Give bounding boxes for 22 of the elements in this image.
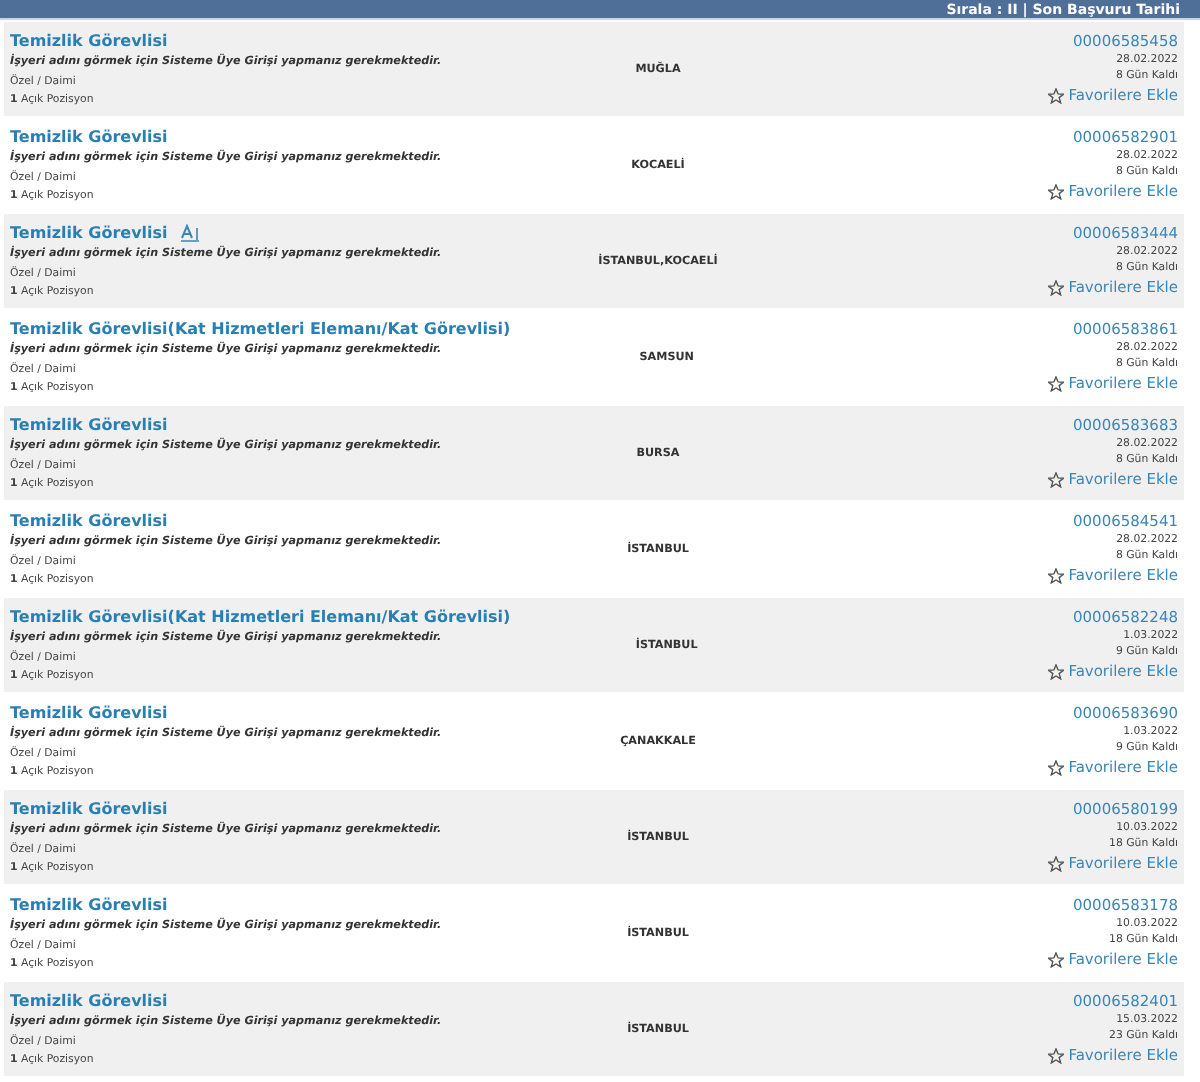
job-title-link[interactable]: Temizlik Görevlisi — [10, 126, 168, 148]
job-title-link[interactable]: Temizlik Görevlisi — [10, 702, 168, 724]
star-icon — [1048, 951, 1065, 967]
star-icon — [1048, 375, 1065, 391]
job-title-link[interactable]: Temizlik Görevlisi — [10, 894, 168, 916]
star-icon — [1048, 1047, 1065, 1063]
star-icon — [1048, 471, 1065, 487]
job-title-link[interactable]: Temizlik Görevlisi — [10, 30, 168, 52]
star-icon — [1048, 567, 1065, 583]
job-title-link[interactable]: Temizlik Görevlisi — [10, 990, 168, 1012]
star-icon — [1048, 279, 1065, 295]
star-icon — [1048, 759, 1065, 775]
job-title-link[interactable]: Temizlik Görevlisi(Kat Hizmetleri Elemanı/Kat Görevlisi) — [10, 318, 511, 340]
job-title-link[interactable]: Temizlik Görevlisi — [10, 798, 168, 820]
star-icon — [1048, 183, 1065, 199]
star-icon — [1048, 663, 1065, 679]
job-title-link[interactable]: Temizlik Görevlisi — [10, 510, 168, 532]
job-title-link[interactable]: Temizlik Görevlisi — [10, 222, 168, 244]
job-title-link[interactable]: Temizlik Görevlisi — [10, 414, 168, 436]
job-title-link[interactable]: Temizlik Görevlisi(Kat Hizmetleri Elemanı/Kat Görevlisi) — [10, 606, 511, 628]
star-icon — [1048, 87, 1065, 103]
star-icon — [1048, 855, 1065, 871]
